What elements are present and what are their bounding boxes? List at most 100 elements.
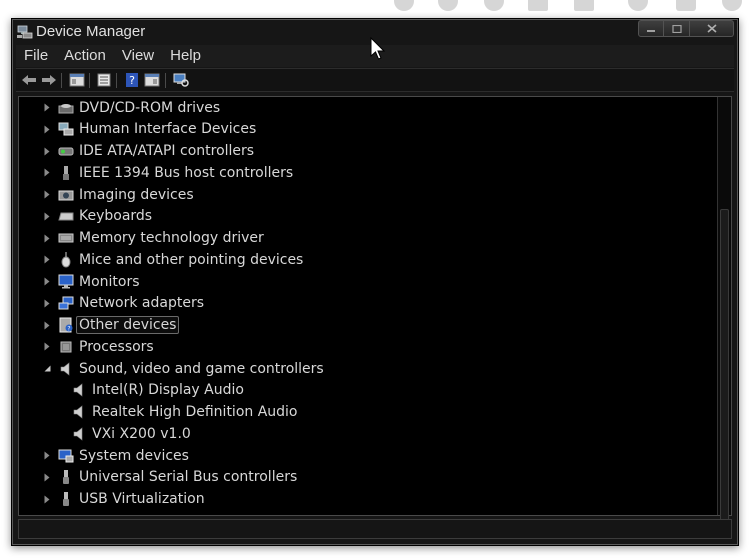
expand-arrow-icon[interactable] <box>41 467 53 488</box>
speaker-icon <box>58 361 74 377</box>
toolbar-separator <box>61 73 62 88</box>
mouse-icon <box>58 251 74 268</box>
dvd-drive-icon <box>58 100 74 116</box>
scrollbar-thumb[interactable] <box>720 209 729 531</box>
toolbar: ? <box>16 68 734 92</box>
system-device-icon <box>58 448 74 464</box>
tree-child-item[interactable]: Realtek High Definition Audio <box>59 402 301 423</box>
toolbar-separator <box>89 73 90 88</box>
status-bar <box>18 519 732 539</box>
toolbar-separator <box>116 73 117 88</box>
tree-item-label: VXi X200 v1.0 <box>92 425 191 442</box>
desktop-shortcut-icon <box>438 0 458 11</box>
expand-arrow-icon[interactable] <box>41 249 53 270</box>
tree-category[interactable]: Processors <box>41 336 157 357</box>
desktop-shortcut-icon <box>394 0 414 11</box>
tree-item-label: Mice and other pointing devices <box>79 251 304 268</box>
monitor-icon <box>58 274 74 290</box>
properties-icon <box>97 73 111 87</box>
tree-child-item[interactable]: VXi X200 v1.0 <box>59 423 194 444</box>
svg-text:?: ? <box>67 326 70 333</box>
tree-category[interactable]: DVD/CD-ROM drives <box>41 97 223 118</box>
tree-category[interactable]: Universal Serial Bus controllers <box>41 467 300 488</box>
device-manager-window: Device Manager File Action View Help ? D… <box>11 18 739 546</box>
menu-help[interactable]: Help <box>162 45 209 67</box>
tree-item-label: Network adapters <box>79 295 204 312</box>
expand-arrow-icon[interactable] <box>41 445 53 466</box>
tree-item-label: Other devices <box>76 316 180 334</box>
tree-category[interactable]: Keyboards <box>41 206 155 227</box>
expand-arrow-icon[interactable] <box>41 141 53 162</box>
tree-category[interactable]: Network adapters <box>41 293 207 314</box>
minimize-button[interactable] <box>638 20 664 37</box>
collapse-arrow-icon[interactable] <box>41 358 53 379</box>
menu-file[interactable]: File <box>16 45 56 67</box>
desktop-shortcut-icon <box>628 0 648 11</box>
show-hide-console-tree-button[interactable] <box>68 72 86 88</box>
tree-category[interactable]: IDE ATA/ATAPI controllers <box>41 141 257 162</box>
expand-arrow-icon[interactable] <box>41 271 53 292</box>
tree-item-label: Keyboards <box>79 208 153 225</box>
processor-icon <box>58 339 74 355</box>
show-hide-action-pane-button[interactable] <box>143 72 161 88</box>
tree-category[interactable]: Imaging devices <box>41 184 197 205</box>
expand-arrow-icon[interactable] <box>41 184 53 205</box>
tree-category[interactable]: System devices <box>41 445 192 466</box>
usb-icon <box>58 469 74 485</box>
tree-item-label: Realtek High Definition Audio <box>92 404 298 420</box>
properties-button[interactable] <box>95 72 113 88</box>
tree-item-label: System devices <box>79 447 189 464</box>
window-title: Device Manager <box>36 23 146 40</box>
forward-button[interactable] <box>40 72 58 88</box>
desktop-shortcut-icon <box>528 0 548 11</box>
vertical-scrollbar[interactable] <box>717 97 731 531</box>
hid-icon <box>58 121 74 137</box>
usb-icon <box>58 491 74 507</box>
expand-arrow-icon[interactable] <box>41 293 53 314</box>
tree-category[interactable]: ? Other devices <box>41 315 180 336</box>
tree-category[interactable]: Human Interface Devices <box>41 119 259 140</box>
device-manager-icon <box>17 25 33 39</box>
speaker-icon <box>71 404 87 420</box>
help-button[interactable]: ? <box>123 72 141 88</box>
tree-item-label: DVD/CD-ROM drives <box>79 99 221 116</box>
tree-category[interactable]: Memory technology driver <box>41 228 267 249</box>
tree-item-label: IDE ATA/ATAPI controllers <box>79 143 255 159</box>
tree-category[interactable]: Mice and other pointing devices <box>41 249 306 270</box>
device-tree[interactable]: DVD/CD-ROM drives Human Interface Devices… <box>18 96 732 531</box>
back-button[interactable] <box>20 72 38 88</box>
menu-action[interactable]: Action <box>56 45 114 67</box>
menu-view[interactable]: View <box>114 45 162 67</box>
tree-category[interactable]: Monitors <box>41 271 143 292</box>
expand-arrow-icon[interactable] <box>41 97 53 118</box>
tree-item-label: Memory technology driver <box>79 230 264 246</box>
mouse-cursor-icon <box>370 37 386 60</box>
desktop-shortcut-icon <box>484 0 504 11</box>
ieee1394-icon <box>58 165 74 181</box>
speaker-icon <box>71 426 87 442</box>
maximize-button[interactable] <box>664 20 690 37</box>
keyboard-icon <box>58 208 74 224</box>
network-adapter-icon <box>58 295 74 311</box>
tree-item-label: Imaging devices <box>79 186 194 203</box>
expand-arrow-icon[interactable] <box>41 228 53 249</box>
svg-text:?: ? <box>129 74 135 87</box>
expand-arrow-icon[interactable] <box>41 315 53 336</box>
expand-arrow-icon[interactable] <box>41 206 53 227</box>
close-button[interactable] <box>690 20 734 37</box>
tree-category[interactable]: USB Virtualization <box>41 489 208 510</box>
tree-item-label: Intel(R) Display Audio <box>92 382 244 399</box>
expand-arrow-icon[interactable] <box>41 162 53 183</box>
scan-hardware-button[interactable] <box>172 72 190 88</box>
expand-arrow-icon[interactable] <box>41 489 53 510</box>
expand-arrow-icon[interactable] <box>41 119 53 140</box>
tree-category[interactable]: Sound, video and game controllers <box>41 358 327 379</box>
desktop-shortcut-icon <box>722 0 742 11</box>
ide-controller-icon <box>58 143 74 159</box>
expand-arrow-icon[interactable] <box>41 336 53 357</box>
show-hide-console-tree-icon <box>69 73 85 87</box>
tree-child-item[interactable]: Intel(R) Display Audio <box>59 380 247 401</box>
maximize-icon <box>671 24 682 33</box>
tree-category[interactable]: IEEE 1394 Bus host controllers <box>41 162 296 183</box>
tree-item-label: Universal Serial Bus controllers <box>79 469 298 486</box>
